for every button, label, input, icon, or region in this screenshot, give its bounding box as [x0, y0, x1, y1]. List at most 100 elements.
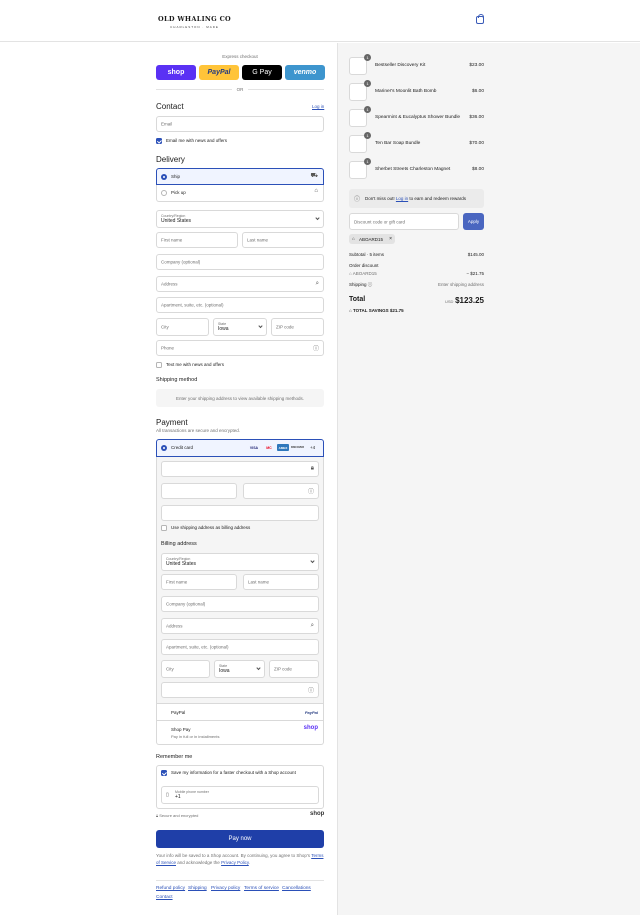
chevron-down-icon: [258, 323, 263, 329]
legal-text: Your info will be saved to a Shop accoun…: [156, 853, 326, 866]
card-name-input[interactable]: [161, 505, 319, 521]
email-input[interactable]: Email: [156, 116, 324, 132]
footer-privacy-link[interactable]: Privacy policy: [211, 886, 240, 891]
shipping-summary-text: Shipping: [349, 282, 367, 287]
help-icon[interactable]: ⓘ: [313, 344, 319, 353]
apply-button[interactable]: Apply: [463, 213, 484, 230]
apartment-input[interactable]: Apartment, suite, etc. (optional): [156, 297, 324, 313]
footer-shipping-link[interactable]: Shipping: [188, 886, 207, 891]
order-discount-code: ⌂ ABOARD15: [349, 271, 377, 276]
first-name-input[interactable]: First name: [156, 232, 238, 248]
billing-last-name-input[interactable]: Last name: [243, 574, 319, 590]
currency-code: USD: [444, 299, 454, 304]
shop-pay-button[interactable]: shop: [156, 65, 196, 80]
footer-terms-link[interactable]: Terms of service: [244, 886, 279, 891]
cart-bag-icon[interactable]: [476, 14, 484, 24]
billing-phone-input[interactable]: ⓘ: [161, 682, 319, 698]
apartment-placeholder: Apartment, suite, etc. (optional): [161, 302, 224, 308]
chevron-down-icon: [256, 665, 261, 671]
mobile-phone-input[interactable]: ▯ Mobile phone number +1: [161, 786, 319, 804]
save-info-checkbox[interactable]: [161, 770, 167, 776]
billing-first-name-placeholder: First name: [166, 579, 188, 585]
subtotal-value: $145.00: [467, 252, 484, 257]
billing-company-input[interactable]: Company (optional): [161, 596, 319, 612]
last-name-input[interactable]: Last name: [242, 232, 324, 248]
pickup-radio[interactable]: [161, 190, 167, 196]
billing-address-input[interactable]: Address ⌕: [161, 618, 319, 634]
remove-discount-icon[interactable]: ×: [389, 236, 392, 242]
paypal-option-label: PayPal: [171, 710, 186, 715]
or-text: OR: [236, 87, 244, 92]
delivery-heading: Delivery: [156, 155, 185, 164]
footer-divider: [156, 880, 324, 881]
footer-refund-link[interactable]: Refund policy: [156, 886, 185, 891]
paypal-button[interactable]: PayPal: [199, 65, 239, 80]
billing-state-select[interactable]: State Iowa: [214, 660, 265, 678]
ship-option[interactable]: Ship ⛟: [156, 168, 324, 185]
same-billing-label: Use shipping address as billing address: [171, 525, 251, 530]
shop-pay-option[interactable]: Shop Pay Pay in full or in installments …: [156, 721, 324, 745]
help-icon[interactable]: ⓘ: [368, 282, 373, 287]
total-label: Total: [349, 296, 366, 303]
discount-value: − $21.75: [466, 271, 484, 276]
rewards-login-link[interactable]: Log in: [396, 196, 408, 201]
line-item-name: Sherbet Streets Charleston Magnet: [375, 167, 451, 172]
shop-pay-subtitle: Pay in full or in installments: [171, 734, 220, 739]
pickup-option[interactable]: Pick up ⌂: [156, 185, 324, 202]
total-savings: ⌂ TOTAL SAVINGS $21.75: [349, 308, 404, 313]
express-checkout-label: Express checkout: [222, 54, 258, 59]
truck-icon: ⛟: [310, 173, 318, 179]
sms-checkbox[interactable]: [156, 362, 162, 368]
credit-card-radio[interactable]: [161, 445, 167, 451]
card-expiry-input[interactable]: [161, 483, 237, 499]
phone-input[interactable]: Phone ⓘ: [156, 340, 324, 356]
first-name-placeholder: First name: [161, 237, 183, 243]
address-input[interactable]: Address ⌕: [156, 276, 324, 292]
line-item-price: $6.00: [471, 89, 484, 94]
same-billing-checkbox[interactable]: [161, 525, 167, 531]
paypal-label: PayPal: [207, 69, 231, 76]
company-input[interactable]: Company (optional): [156, 254, 324, 270]
paypal-logo: PayPal: [304, 710, 318, 715]
brand-name: OLD WHALING CO: [158, 15, 232, 23]
google-pay-button[interactable]: G Pay: [242, 65, 282, 80]
line-item-name: Spearmint & Eucalyptus Shower Bundle: [375, 115, 461, 120]
billing-country-select[interactable]: Country/Region United States: [161, 553, 319, 571]
country-select[interactable]: Country/Region United States: [156, 210, 324, 228]
pickup-label: Pick up: [171, 190, 186, 195]
pay-now-button[interactable]: Pay now: [156, 830, 324, 848]
card-cvv-input[interactable]: ⓘ: [243, 483, 319, 499]
country-value: United States: [161, 218, 192, 224]
city-input[interactable]: City: [156, 318, 209, 336]
header: OLD WHALING CO CHARLESTON · MADE: [0, 0, 640, 42]
footer-cancellations-link[interactable]: Cancellations: [282, 886, 311, 891]
billing-state-value: Iowa: [219, 668, 230, 674]
billing-first-name-input[interactable]: First name: [161, 574, 237, 590]
zip-input[interactable]: ZIP code: [271, 318, 324, 336]
ship-radio[interactable]: [161, 174, 167, 180]
newsletter-checkbox[interactable]: [156, 138, 162, 144]
billing-apartment-input[interactable]: Apartment, suite, etc. (optional): [161, 639, 319, 655]
save-info-label: Save my information for a faster checkou…: [171, 770, 296, 775]
amex-icon: AMEX: [277, 444, 289, 451]
shipping-summary-value: Enter shipping address: [437, 282, 484, 287]
state-select[interactable]: State Iowa: [213, 318, 267, 336]
footer-contact-link[interactable]: Contact: [156, 895, 173, 900]
email-placeholder: Email: [161, 121, 173, 127]
help-icon[interactable]: ⓘ: [308, 487, 314, 496]
card-number-input[interactable]: 🔒︎: [161, 461, 319, 477]
brand-logo[interactable]: OLD WHALING CO CHARLESTON · MADE: [158, 15, 231, 29]
shop-logo: shop: [310, 811, 325, 817]
line-item-name: Ten Bar Soap Bundle: [375, 141, 421, 146]
order-discount-label: Order discount: [349, 263, 379, 268]
subtotal-label: Subtotal · 5 items: [349, 252, 385, 257]
venmo-button[interactable]: venmo: [285, 65, 325, 80]
line-item-price: $70.00: [469, 141, 484, 146]
paypal-option[interactable]: PayPal PayPal: [156, 703, 324, 721]
billing-zip-input[interactable]: ZIP code: [269, 660, 319, 678]
billing-city-input[interactable]: City: [161, 660, 210, 678]
privacy-link[interactable]: Privacy Policy: [221, 860, 249, 865]
login-link[interactable]: Log in: [312, 104, 324, 109]
help-icon[interactable]: ⓘ: [308, 686, 314, 695]
discount-input[interactable]: Discount code or gift card: [349, 213, 459, 230]
